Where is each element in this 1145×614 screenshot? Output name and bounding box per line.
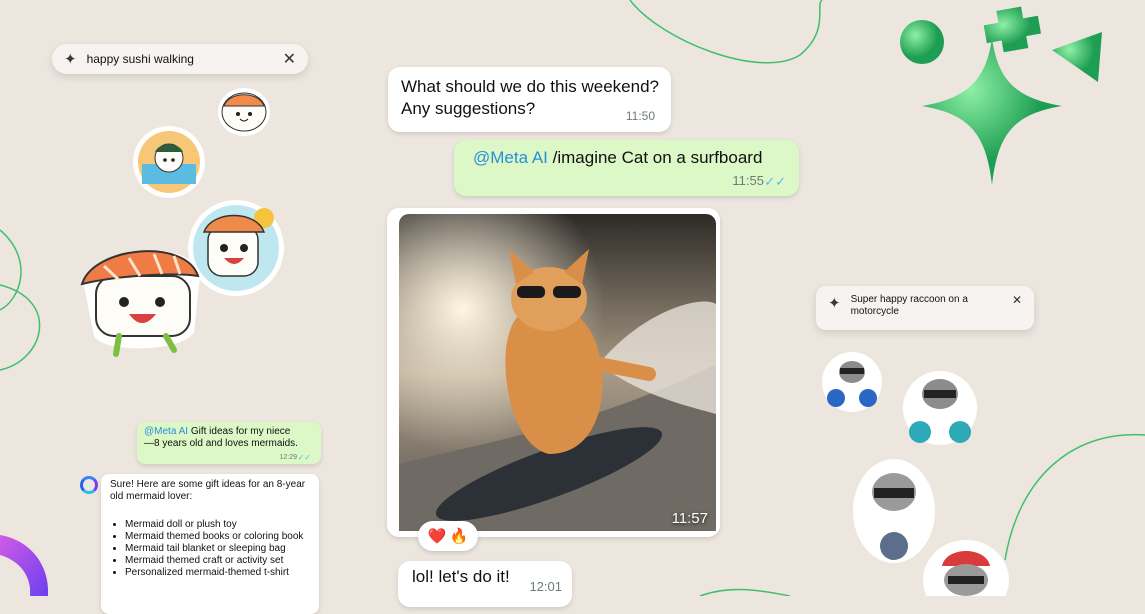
sushi-sticker[interactable] bbox=[214, 86, 274, 138]
sparkle-icon: ✦ bbox=[828, 295, 841, 312]
sushi-large-sticker[interactable] bbox=[74, 236, 206, 358]
list-item: Mermaid themed craft or activity set bbox=[125, 555, 309, 567]
list-item: Mermaid themed books or coloring book bbox=[125, 531, 309, 543]
raccoon-sticker[interactable] bbox=[820, 350, 884, 414]
message-timestamp: 12:29 bbox=[279, 454, 297, 461]
sparkle-icon: ✦ bbox=[64, 51, 77, 68]
incoming-message[interactable]: What should we do this weekend? Any sugg… bbox=[388, 67, 671, 132]
mini-message-text-line2: —8 years old and loves mermaids. bbox=[144, 438, 298, 449]
reaction-pill[interactable]: ❤️ 🔥 bbox=[418, 521, 478, 551]
message-timestamp: 11:50 bbox=[625, 109, 655, 123]
fire-reaction[interactable]: 🔥 bbox=[450, 527, 469, 545]
incoming-message[interactable]: lol! let's do it! 12:01 bbox=[398, 561, 572, 607]
sticker-search-bar[interactable]: ✦ Super happy raccoon on a motorcycle ✕ bbox=[816, 286, 1034, 330]
raccoon-sticker[interactable] bbox=[902, 366, 978, 450]
close-icon[interactable]: ✕ bbox=[1012, 293, 1022, 307]
sushi-beach-sticker[interactable] bbox=[132, 124, 206, 200]
meta-ai-ring-icon bbox=[80, 476, 98, 494]
message-timestamp: 11:57 bbox=[671, 510, 708, 527]
reply-intro-line2: old mermaid lover: bbox=[110, 491, 193, 502]
message-timestamp: 12:01 bbox=[529, 579, 562, 594]
list-item: Mermaid doll or plush toy bbox=[125, 519, 309, 531]
message-text-line1: What should we do this weekend? bbox=[401, 77, 659, 96]
decorative-3d-shapes bbox=[900, 6, 1102, 185]
mini-outgoing-message[interactable]: @Meta AI Gift ideas for my niece —8 year… bbox=[137, 422, 321, 464]
gift-list: Mermaid doll or plush toy Mermaid themed… bbox=[110, 519, 309, 579]
list-item: Personalized mermaid-themed t-shirt bbox=[125, 567, 309, 579]
message-timestamp: 11:55 bbox=[732, 173, 764, 188]
heart-reaction[interactable]: ❤️ bbox=[428, 527, 447, 545]
close-icon[interactable]: ✕ bbox=[283, 49, 296, 69]
double-check-icon: ✓✓ bbox=[764, 174, 786, 189]
mention-meta-ai[interactable]: @Meta AI bbox=[473, 148, 548, 167]
outgoing-message[interactable]: @Meta AI /imagine Cat on a surfboard 11:… bbox=[454, 140, 799, 196]
message-text: /imagine Cat on a surfboard bbox=[547, 148, 763, 167]
list-item: Mermaid tail blanket or sleeping bag bbox=[125, 543, 309, 555]
mention-meta-ai[interactable]: @Meta AI bbox=[144, 426, 188, 437]
mini-message-text: Gift ideas for my niece bbox=[188, 426, 291, 437]
mini-incoming-message[interactable]: Sure! Here are some gift ideas for an 8-… bbox=[101, 474, 319, 614]
raccoon-sticker[interactable] bbox=[922, 540, 1010, 596]
sticker-search-bar[interactable]: ✦ happy sushi walking ✕ bbox=[52, 44, 308, 74]
reply-intro-line1: Sure! Here are some gift ideas for an 8-… bbox=[110, 479, 306, 490]
image-message[interactable]: 11:57 bbox=[387, 208, 720, 537]
sticker-search-text[interactable]: happy sushi walking bbox=[87, 52, 194, 66]
double-check-icon: ✓✓ bbox=[297, 453, 311, 462]
cat-surfing-photo[interactable] bbox=[399, 214, 716, 531]
decorative-blob bbox=[0, 535, 49, 596]
sticker-search-text[interactable]: Super happy raccoon on a motorcycle bbox=[851, 294, 981, 318]
